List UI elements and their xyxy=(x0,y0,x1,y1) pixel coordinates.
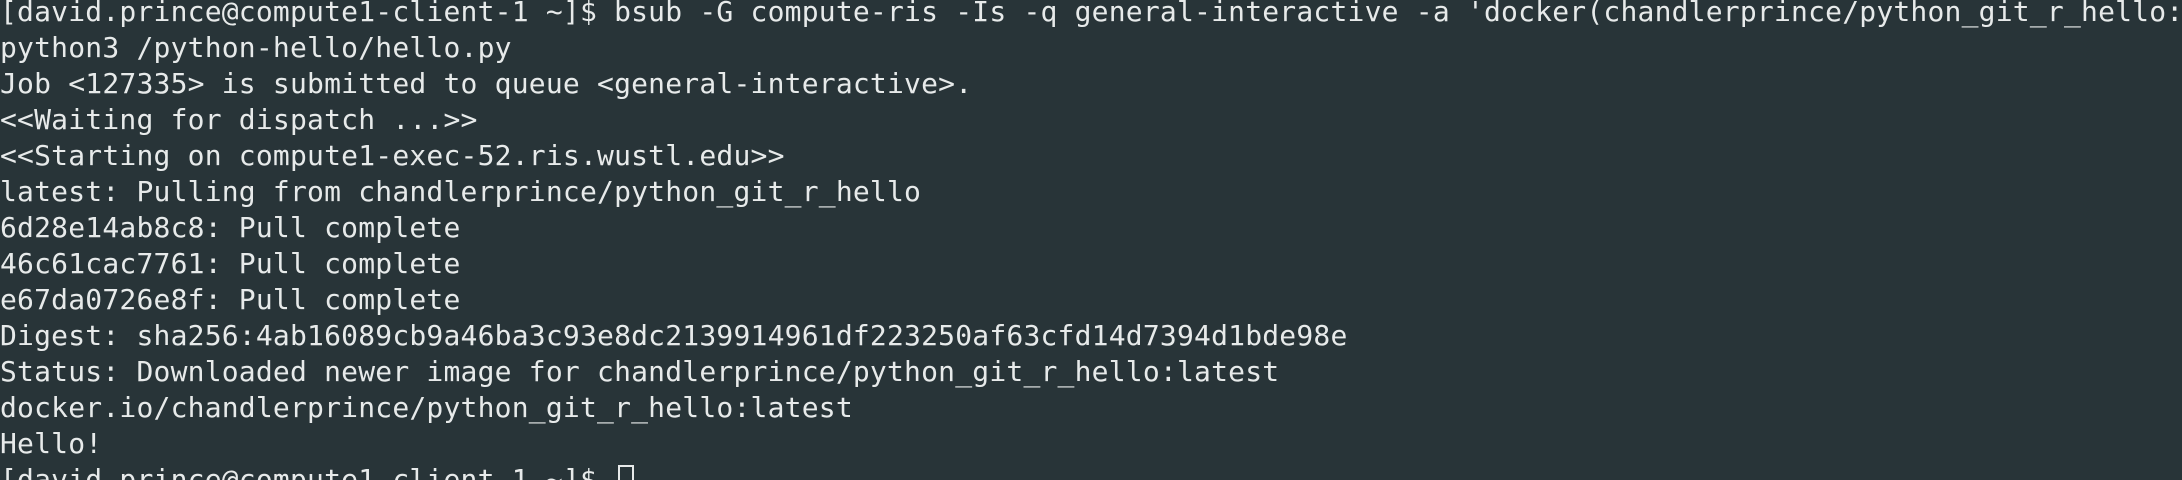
output-line: Status: Downloaded newer image for chand… xyxy=(0,355,1280,388)
output-line: 6d28e14ab8c8: Pull complete xyxy=(0,211,461,244)
output-line: 46c61cac7761: Pull complete xyxy=(0,247,461,280)
prompt-line[interactable]: [david.prince@compute1-client-1 ~]$ xyxy=(0,462,635,480)
text-cursor[interactable] xyxy=(618,465,635,480)
shell-prompt: [david.prince@compute1-client-1 ~]$ xyxy=(0,463,615,480)
output-line: <<Starting on compute1-exec-52.ris.wustl… xyxy=(0,139,785,172)
output-line: Job <127335> is submitted to queue <gene… xyxy=(0,67,973,100)
output-line: latest: Pulling from chandlerprince/pyth… xyxy=(0,175,922,208)
output-line: Hello! xyxy=(0,427,103,460)
terminal-window[interactable]: [david.prince@compute1-client-1 ~]$ bsub… xyxy=(0,0,2182,480)
output-line: <<Waiting for dispatch ...>> xyxy=(0,103,478,136)
command-continuation: python3 /python-hello/hello.py xyxy=(0,31,512,64)
output-line: Digest: sha256:4ab16089cb9a46ba3c93e8dc2… xyxy=(0,319,1348,352)
output-line: docker.io/chandlerprince/python_git_r_he… xyxy=(0,391,853,424)
output-line: e67da0726e8f: Pull complete xyxy=(0,283,461,316)
command-line: [david.prince@compute1-client-1 ~]$ bsub… xyxy=(0,0,2182,28)
